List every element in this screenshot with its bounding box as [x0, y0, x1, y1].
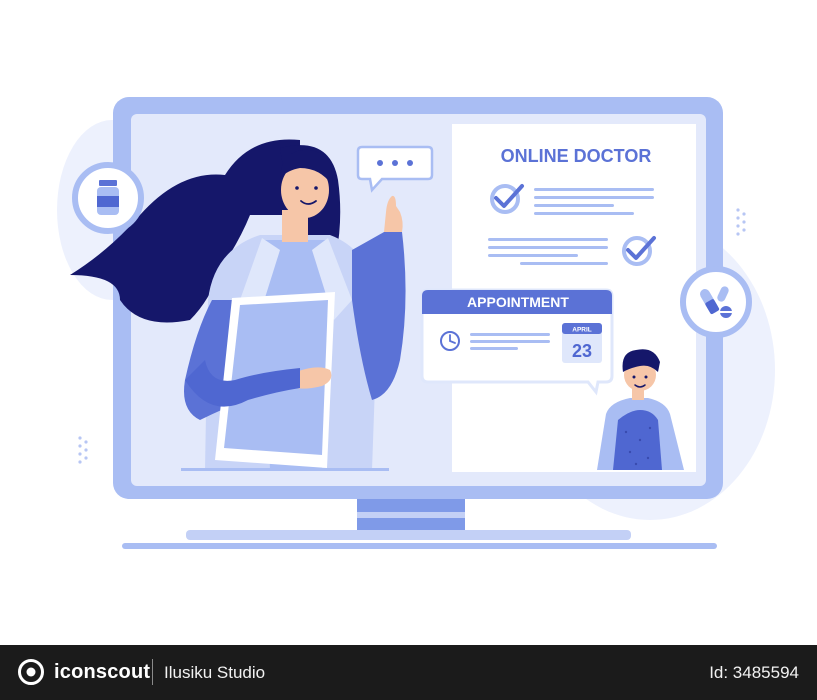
doctor-eye — [295, 186, 299, 190]
asset-id: Id: 3485594 — [709, 663, 799, 682]
calendar-day: 23 — [572, 341, 592, 361]
medicine-bottle-icon — [72, 162, 144, 234]
dot-decoration-left — [78, 436, 88, 464]
brand-name: iconscout — [54, 660, 151, 683]
monitor-base — [186, 530, 631, 540]
footer-divider — [152, 659, 153, 685]
page-title: ONLINE DOCTOR — [501, 146, 652, 166]
doctor-eye — [314, 186, 318, 190]
pills-icon — [680, 266, 752, 338]
online-doctor-illustration: ONLINE DOCTOR APPOINTMENT APRIL 23 — [57, 97, 775, 549]
appointment-label: APPOINTMENT — [467, 294, 569, 310]
screen-bottom-line — [181, 468, 389, 471]
dot-decoration-right — [736, 208, 746, 236]
monitor-neck-shine — [357, 512, 465, 518]
calendar-month: APRIL — [572, 327, 592, 334]
author-name[interactable]: Ilusiku Studio — [164, 663, 265, 683]
iconscout-logo-icon — [18, 659, 44, 685]
brand[interactable]: iconscout — [18, 659, 150, 685]
desk-line — [122, 543, 717, 549]
watermark-footer: iconscout Ilusiku Studio Id: 3485594 — [0, 645, 817, 700]
